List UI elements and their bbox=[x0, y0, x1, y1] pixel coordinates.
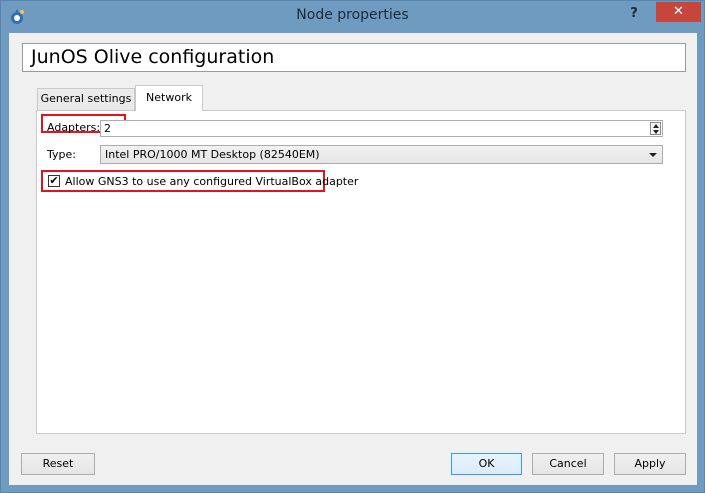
header-box: JunOS Olive configuration bbox=[22, 43, 686, 72]
tab-general-settings[interactable]: General settings bbox=[37, 88, 135, 110]
reset-button[interactable]: Reset bbox=[21, 453, 95, 475]
title-bar[interactable]: Node properties ? ✕ bbox=[1, 1, 704, 33]
adapters-spinbox[interactable]: 2 bbox=[100, 120, 663, 137]
type-label: Type: bbox=[47, 148, 76, 161]
dialog-body: JunOS Olive configuration General settin… bbox=[9, 33, 697, 485]
close-button[interactable]: ✕ bbox=[656, 2, 701, 22]
chevron-down-icon[interactable] bbox=[649, 153, 657, 157]
spin-buttons[interactable] bbox=[650, 122, 661, 135]
adapter-type-value: Intel PRO/1000 MT Desktop (82540EM) bbox=[105, 148, 320, 161]
node-properties-dialog: Node properties ? ✕ JunOS Olive configur… bbox=[0, 0, 705, 493]
page-title: JunOS Olive configuration bbox=[31, 46, 275, 68]
arrow-down-icon[interactable] bbox=[653, 130, 659, 134]
adapters-value[interactable]: 2 bbox=[104, 122, 111, 135]
allow-any-adapter-label[interactable]: Allow GNS3 to use any configured Virtual… bbox=[65, 175, 358, 188]
help-button[interactable]: ? bbox=[623, 4, 645, 24]
apply-button[interactable]: Apply bbox=[614, 453, 686, 475]
adapter-type-select[interactable]: Intel PRO/1000 MT Desktop (82540EM) bbox=[100, 145, 663, 164]
tab-network[interactable]: Network bbox=[135, 85, 203, 111]
window-title: Node properties bbox=[296, 7, 409, 23]
adapters-label: Adapters: bbox=[47, 121, 101, 134]
arrow-up-icon[interactable] bbox=[653, 124, 659, 128]
ok-button[interactable]: OK bbox=[451, 453, 522, 475]
network-tab-pane: Adapters: 2 Type: Intel PRO/1000 MT Desk… bbox=[36, 110, 686, 434]
allow-any-adapter-checkbox[interactable]: ✔ bbox=[48, 175, 60, 187]
cancel-button[interactable]: Cancel bbox=[532, 453, 604, 475]
